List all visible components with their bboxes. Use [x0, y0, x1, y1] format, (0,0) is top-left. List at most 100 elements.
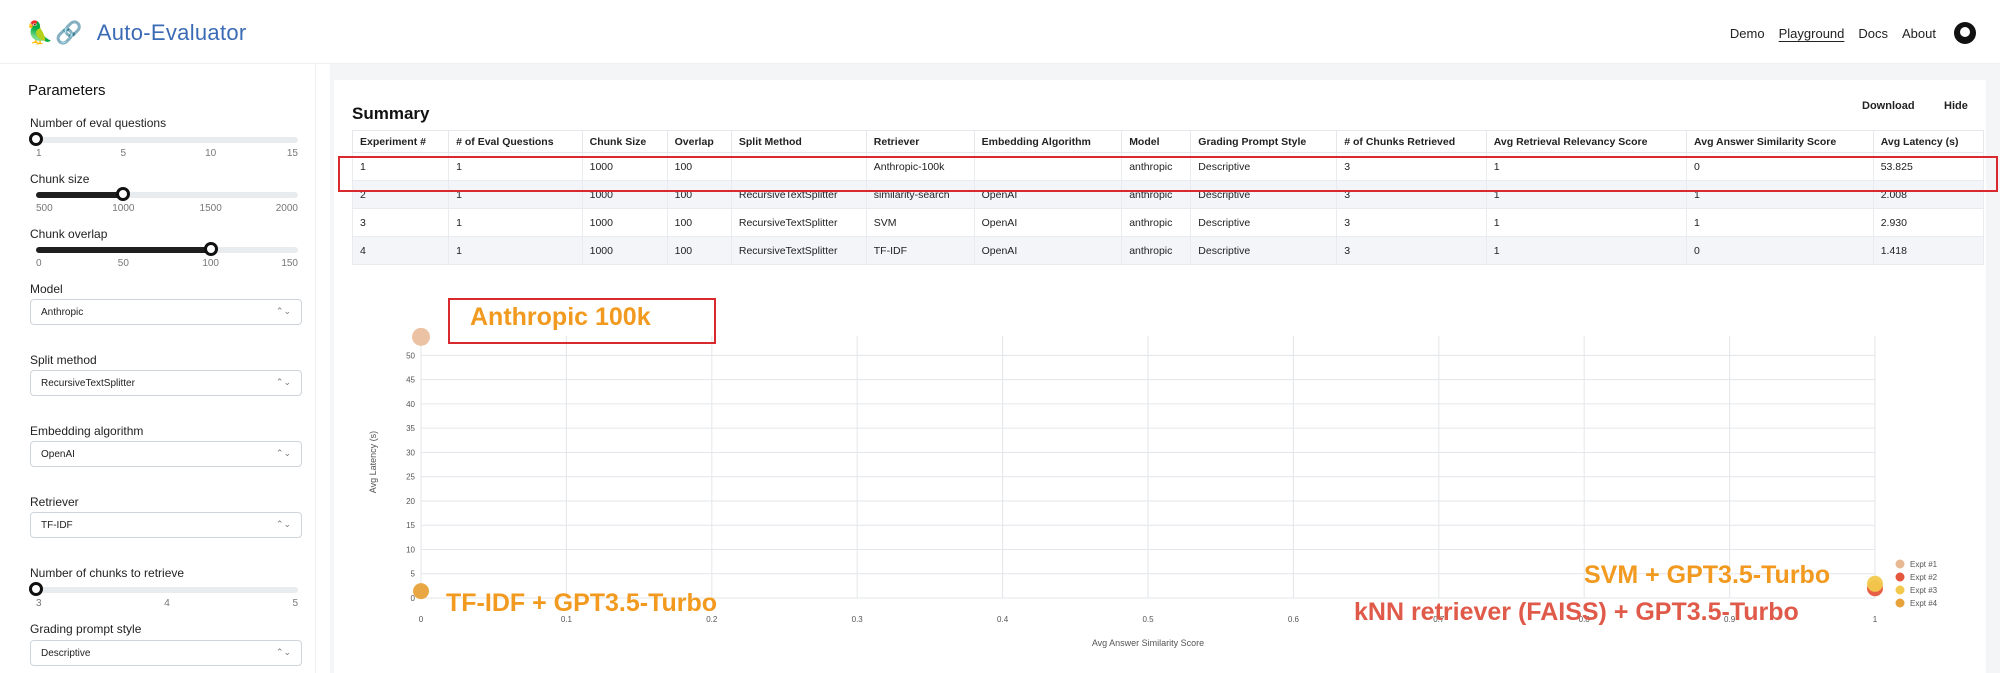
- x-tick-label: 0.6: [1288, 615, 1300, 624]
- table-cell: anthropic: [1121, 236, 1192, 265]
- table-row[interactable]: 3 1 1000 100 RecursiveTextSplitter SVM OpenAI a…: [351, 208, 1985, 237]
- slider-tick-label: 3: [36, 598, 42, 609]
- embedding-label: Embedding algorithm: [30, 424, 144, 438]
- slider-tick-label: 5: [292, 598, 298, 609]
- github-icon[interactable]: [1954, 22, 1976, 44]
- annotation-anthropic: Anthropic 100k: [470, 303, 651, 331]
- y-tick-label: 50: [406, 351, 415, 360]
- slider-thumb[interactable]: [116, 187, 131, 201]
- table-cell: Descriptive: [1190, 208, 1338, 237]
- table-cell: 1: [1686, 208, 1874, 237]
- x-tick-label: 0.3: [852, 615, 864, 624]
- slider-tick-label: 2000: [275, 203, 298, 214]
- table-cell: 4: [351, 236, 450, 265]
- table-cell: 2.930: [1872, 208, 1985, 237]
- column-header: Chunk Size: [581, 130, 668, 153]
- main-nav: Demo Playground Docs About: [1730, 22, 1976, 44]
- table-row[interactable]: 4 1 1000 100 RecursiveTextSplitter TF-IDF Open…: [351, 236, 1985, 265]
- chunk-size-label: Chunk size: [30, 172, 90, 186]
- y-tick-label: 15: [406, 521, 415, 530]
- column-header: Avg Answer Similarity Score: [1686, 130, 1874, 153]
- slider-tick-label: 1: [36, 148, 42, 159]
- table-cell: SVM: [865, 208, 975, 237]
- y-tick-label: 5: [411, 570, 416, 579]
- embedding-select[interactable]: OpenAI ⌃⌄: [30, 441, 302, 467]
- eval-questions-slider[interactable]: [29, 132, 298, 146]
- chunk-overlap-ticks: 0 50 100 150: [36, 258, 298, 270]
- y-tick-label: 20: [406, 497, 415, 506]
- slider-tick-label: 10: [205, 148, 217, 159]
- annotation-svm: SVM + GPT3.5-Turbo: [1584, 561, 1831, 589]
- slider-tick-label: 0: [36, 258, 42, 269]
- slider-tick-label: 150: [281, 258, 298, 269]
- table-cell: 1.418: [1872, 236, 1985, 265]
- x-tick-label: 0.4: [997, 615, 1009, 624]
- hide-button[interactable]: Hide: [1944, 100, 1968, 112]
- model-select-value: Anthropic: [41, 307, 84, 318]
- embedding-select-value: OpenAI: [41, 449, 75, 460]
- split-method-select[interactable]: RecursiveTextSplitter ⌃⌄: [30, 370, 302, 396]
- num-chunks-label: Number of chunks to retrieve: [30, 566, 185, 580]
- nav-demo[interactable]: Demo: [1730, 26, 1765, 41]
- slider-tick-label: 1500: [199, 203, 222, 214]
- grading-style-label: Grading prompt style: [30, 622, 142, 636]
- x-tick-label: 1: [1873, 615, 1878, 624]
- slider-thumb[interactable]: [29, 582, 43, 596]
- column-header: Grading Prompt Style: [1190, 130, 1338, 153]
- y-axis-label: Avg Latency (s): [368, 431, 378, 493]
- parrot-link-icon: 🦜🔗: [26, 20, 85, 45]
- table-cell: 1000: [581, 236, 668, 265]
- column-header: Experiment #: [351, 130, 450, 153]
- num-chunks-slider[interactable]: [29, 582, 298, 596]
- num-chunks-ticks: 3 4 5: [36, 598, 298, 610]
- retriever-label: Retriever: [30, 495, 79, 509]
- slider-fill: [36, 192, 124, 198]
- download-button[interactable]: Download: [1862, 100, 1915, 112]
- slider-tick-label: 100: [202, 258, 219, 269]
- table-cell: 1000: [581, 208, 668, 237]
- x-tick-label: 0.5: [1142, 615, 1154, 624]
- nav-docs[interactable]: Docs: [1858, 26, 1888, 41]
- chunk-size-slider[interactable]: [36, 187, 298, 201]
- highlight-box-row-1: [338, 156, 1998, 192]
- top-navbar: 🦜🔗 Auto-Evaluator Demo Playground Docs A…: [0, 0, 2000, 64]
- annotation-knn: kNN retriever (FAISS) + GPT3.5-Turbo: [1354, 598, 1799, 626]
- slider-tick-label: 4: [164, 598, 170, 609]
- nav-playground[interactable]: Playground: [1779, 26, 1845, 41]
- legend-swatch: [1895, 585, 1905, 595]
- table-cell: 1: [448, 208, 583, 237]
- nav-about[interactable]: About: [1902, 26, 1936, 41]
- data-point-expt-1: [412, 327, 430, 346]
- model-label: Model: [30, 282, 63, 296]
- table-cell: 3: [1336, 208, 1487, 237]
- table-cell: 1: [448, 236, 583, 265]
- grading-style-select-value: Descriptive: [41, 648, 91, 659]
- model-select[interactable]: Anthropic ⌃⌄: [30, 299, 302, 325]
- column-header: Retriever: [865, 130, 975, 153]
- table-cell: 100: [666, 236, 732, 265]
- table-cell: 3: [1336, 236, 1487, 265]
- chunk-overlap-slider[interactable]: [36, 242, 298, 256]
- data-point-expt-3: [1867, 575, 1883, 592]
- table-cell: OpenAI: [973, 208, 1123, 237]
- legend-swatch: [1895, 559, 1905, 569]
- column-header: # of Chunks Retrieved: [1336, 130, 1487, 153]
- legend-label: Expt #4: [1910, 599, 1938, 608]
- table-cell: Descriptive: [1190, 236, 1338, 265]
- parameters-sidebar: Parameters Number of eval questions 1 5 10…: [16, 64, 316, 673]
- split-method-label: Split method: [30, 353, 97, 367]
- legend-label: Expt #3: [1910, 586, 1938, 595]
- retriever-select[interactable]: TF-IDF ⌃⌄: [30, 512, 302, 538]
- brand[interactable]: 🦜🔗 Auto-Evaluator: [26, 20, 247, 46]
- slider-thumb[interactable]: [203, 242, 218, 256]
- y-tick-label: 45: [406, 376, 415, 385]
- summary-title: Summary: [352, 104, 430, 123]
- column-header: Embedding Algorithm: [973, 130, 1123, 153]
- split-method-select-value: RecursiveTextSplitter: [41, 378, 135, 389]
- y-tick-label: 35: [406, 424, 415, 433]
- slider-thumb[interactable]: [29, 132, 43, 146]
- grading-style-select[interactable]: Descriptive ⌃⌄: [30, 640, 302, 666]
- eval-questions-ticks: 1 5 10 15: [36, 148, 298, 160]
- chunk-size-ticks: 500 1000 1500 2000: [36, 203, 298, 215]
- column-header: Overlap: [666, 130, 732, 153]
